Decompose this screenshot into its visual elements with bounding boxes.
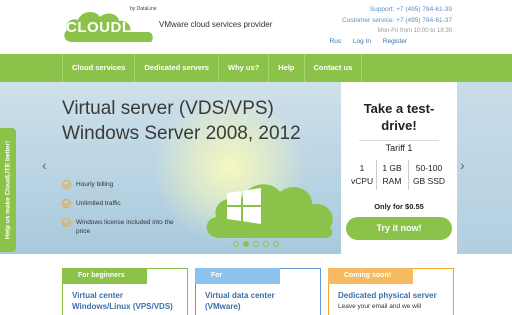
slide-dots xyxy=(233,241,279,247)
banner-title-line2: Windows Server 2008, 2012 xyxy=(62,123,301,144)
card-link[interactable]: Dedicated physical server xyxy=(338,290,437,301)
banner-title-line1: Virtual server (VDS/VPS) xyxy=(62,98,274,119)
nav-dedicated-servers[interactable]: Dedicated servers xyxy=(135,54,219,82)
card-coming-soon: Coming soon! Dedicated physical server L… xyxy=(328,268,454,315)
feedback-tab-label: Help us make CloudLITE better! xyxy=(4,140,12,240)
spec-unit: RAM xyxy=(382,176,402,186)
card-link[interactable]: Virtual data center (VMware) xyxy=(205,290,275,312)
office-hours: Mon-Fri from 10:00 to 18:30 xyxy=(377,28,452,34)
tagline: VMware cloud services provider xyxy=(159,20,273,29)
banner-prev-arrow[interactable]: ‹ xyxy=(42,158,47,172)
check-icon xyxy=(62,180,71,189)
banner-right-area xyxy=(457,82,512,254)
feature-item: Windows license included into the price xyxy=(62,218,182,236)
card-link-line[interactable]: Windows/Linux (VPS/VDS) xyxy=(72,301,173,312)
support-phone[interactable]: Support: +7 (495) 784-61-39 xyxy=(342,4,452,15)
spec-value: 1 xyxy=(359,163,365,173)
feature-text: Windows license included into the price xyxy=(76,219,174,235)
spec-value: 50-100 xyxy=(415,163,443,173)
feedback-tab[interactable]: Help us make CloudLITE better! xyxy=(0,128,16,252)
slide-dot[interactable] xyxy=(273,241,279,247)
spec-unit: GB SSD xyxy=(412,176,446,186)
card-professionals: For professionals Virtual data center (V… xyxy=(195,268,321,315)
price-label: Only for $0.55 xyxy=(374,202,424,211)
card-tag: Coming soon! xyxy=(328,268,413,284)
windows-cloud-icon xyxy=(206,184,333,238)
nav-cloud-services[interactable]: Cloud services xyxy=(62,54,136,82)
slide-dot[interactable] xyxy=(253,241,259,247)
logo-byline: by DataLine xyxy=(130,6,157,12)
slide-dot-active[interactable] xyxy=(243,241,249,247)
check-icon xyxy=(62,199,71,208)
feature-list: Hourly billing Unlimited traffic Windows… xyxy=(62,180,182,246)
try-it-now-button[interactable]: Try it now! xyxy=(346,217,452,240)
spec-ram: 1 GB RAM xyxy=(378,162,406,188)
card-tag: For professionals xyxy=(195,268,280,295)
divider xyxy=(376,160,377,190)
card-text: Leave your email and we will xyxy=(338,303,422,310)
banner-title: Virtual server (VDS/VPS) Windows Server … xyxy=(62,96,301,146)
feature-text: Unlimited traffic xyxy=(76,200,121,207)
nav-contact-us[interactable]: Contact us xyxy=(305,54,363,82)
card-link-line[interactable]: (VMware) xyxy=(205,301,275,312)
spec-value: 1 GB xyxy=(382,163,402,173)
test-drive-title: Take a test-drive! xyxy=(363,101,435,133)
nav-why-us[interactable]: Why us? xyxy=(219,54,270,82)
card-beginners: For beginners Virtual center Windows/Lin… xyxy=(62,268,188,315)
top-links: Rus Log In Register xyxy=(320,38,407,45)
customer-phone[interactable]: Customer service: +7 (495) 784-61-37 xyxy=(342,15,452,26)
main-nav: Cloud services Dedicated servers Why us?… xyxy=(0,54,512,82)
spec-unit: vCPU xyxy=(351,176,374,186)
divider xyxy=(359,140,439,141)
nav-help[interactable]: Help xyxy=(269,54,305,82)
spec-cpu: 1 vCPU xyxy=(351,162,373,188)
banner-next-arrow[interactable]: › xyxy=(460,158,465,172)
spec-ssd: 50-100 GB SSD xyxy=(409,162,449,188)
language-link[interactable]: Rus xyxy=(330,38,342,45)
register-link[interactable]: Register xyxy=(383,38,407,45)
feature-item: Unlimited traffic xyxy=(62,199,182,208)
card-link[interactable]: Virtual center Windows/Linux (VPS/VDS) xyxy=(72,290,173,312)
tariff-name: Tariff 1 xyxy=(385,143,413,153)
card-link-line[interactable]: Virtual center xyxy=(72,290,173,301)
logo-text: CLOUDLITE xyxy=(66,19,157,36)
feature-item: Hourly billing xyxy=(62,180,182,189)
check-icon xyxy=(62,218,71,227)
login-link[interactable]: Log In xyxy=(353,38,371,45)
contacts: Support: +7 (495) 784-61-39 Customer ser… xyxy=(342,4,452,37)
slide-dot[interactable] xyxy=(263,241,269,247)
test-drive-panel: Take a test-drive! Tariff 1 1 vCPU 1 GB … xyxy=(341,82,457,254)
card-tag: For beginners xyxy=(62,268,147,284)
feature-text: Hourly billing xyxy=(76,181,114,188)
site-header: CLOUDLITE by DataLine VMware cloud servi… xyxy=(0,0,512,54)
card-link-line[interactable]: Virtual data center xyxy=(205,290,275,301)
slide-dot[interactable] xyxy=(233,241,239,247)
